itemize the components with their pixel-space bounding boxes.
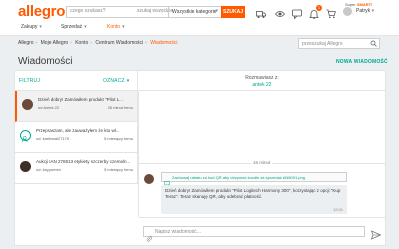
eye-icon[interactable] — [274, 6, 286, 17]
message-input[interactable]: Napisz wiadomość... — [143, 226, 365, 242]
chat-icon[interactable] — [292, 6, 302, 20]
search-button[interactable]: SZUKAJ — [221, 6, 245, 18]
compose-area: Napisz wiadomość... — [139, 217, 385, 246]
user-icon — [20, 130, 31, 143]
breadcrumb: Allegro › Moje Allegro › Konto › Centrum Wi… — [18, 40, 178, 46]
page-title: Wiadomości — [18, 56, 73, 67]
search-input[interactable]: czego szukasz? — [70, 8, 106, 14]
nav-konto[interactable]: Konto ▾ — [107, 24, 125, 30]
attachment[interactable]: Zachowaj rabatu za kod QR aby otrzymać k… — [161, 172, 347, 187]
new-message-button[interactable]: NOWA WIADOMOŚĆ — [336, 59, 388, 65]
image-icon — [164, 174, 170, 187]
truck-icon[interactable] — [256, 6, 266, 18]
thread-subject: Przepraszam, ale zauważyłem że kto wł... — [36, 128, 120, 133]
divider — [138, 91, 139, 217]
top-header: allegro czego szukasz? szukaj wszędzie W… — [0, 0, 399, 36]
cart-icon[interactable] — [326, 6, 336, 19]
filter-button[interactable]: FILTRUJ — [19, 78, 40, 84]
messages-panel: FILTRUJ OZNACZ ▾ Rozmawiasz z: antek 22 D… — [14, 70, 386, 246]
thread-time: 5 miesięcy temu — [104, 167, 133, 172]
mark-button[interactable]: OZNACZ ▾ — [103, 78, 129, 84]
conversation-header: Rozmawiasz z: antek 22 — [139, 71, 385, 91]
avatar[interactable] — [343, 7, 352, 16]
thread-subject: Aukcji IAN 276913 etykiety szczerby czem… — [36, 159, 131, 164]
breadcrumb-item[interactable]: Konto — [75, 40, 88, 46]
message-placeholder: Napisz wiadomość... — [155, 229, 201, 235]
category-select[interactable]: Wszystkie kategorie ▾ — [168, 7, 220, 17]
nav-sprzedaz[interactable]: Sprzedaż ▾ — [61, 24, 87, 30]
thread-subject: Dzień dobry! Zamówiłem produkt "Pilot L.… — [38, 97, 123, 102]
breadcrumb-item[interactable]: Allegro — [18, 40, 34, 46]
thread-time: 5 miesięcy temu — [104, 136, 133, 141]
thread-time: 26 minut temu — [107, 105, 133, 110]
thread-from: od Antek 22 — [38, 105, 60, 110]
breadcrumb-current: Wiadomości — [150, 40, 178, 46]
list-header: FILTRUJ OZNACZ ▾ — [15, 71, 138, 91]
conversation-with-label: Rozmawiasz z: — [245, 75, 279, 81]
message-time: 12:01 — [332, 207, 343, 212]
user-menu[interactable]: Patryk ▾ — [356, 8, 374, 14]
attachment-name[interactable]: Zachowaj rabatu za kod QR aby otrzymać k… — [172, 175, 305, 180]
attachment-icon[interactable] — [146, 229, 153, 242]
message-date: 16 minut — [251, 160, 273, 165]
category-label: Wszystkie kategorie — [172, 9, 217, 15]
search-bar[interactable]: czego szukasz? szukaj wszędzie Wszystkie… — [66, 6, 244, 18]
notification-badge: 1 — [316, 5, 322, 11]
message-bubble: Dzień dobry! Zamówiłem produkt "Pilot Lo… — [161, 185, 347, 214]
send-icon[interactable] — [370, 227, 382, 240]
avatar — [144, 174, 154, 184]
thread-item[interactable]: Dzień dobry! Zamówiłem produkt "Pilot L.… — [15, 91, 138, 122]
allegro-logo[interactable]: allegro — [18, 3, 65, 20]
chevron-down-icon: ▾ — [215, 8, 218, 14]
avatar — [20, 161, 31, 172]
message-search-input[interactable]: przeszukaj Allegro — [298, 38, 380, 49]
thread-from: od: karibaral27170 — [36, 136, 70, 141]
breadcrumb-item[interactable]: Centrum Wiadomości — [95, 40, 143, 46]
search-icon[interactable] — [370, 40, 377, 47]
avatar — [22, 99, 33, 110]
nav-zakupy[interactable]: Zakupy ▾ — [21, 24, 42, 30]
message-text: Dzień dobry! Zamówiłem produkt "Pilot Lo… — [165, 188, 341, 199]
thread-from: od: kayyumen — [36, 167, 61, 172]
smart-label: Super SMART! — [345, 2, 373, 7]
breadcrumb-item[interactable]: Moje Allegro — [41, 40, 69, 46]
conversation-with-name[interactable]: antek 22 — [139, 82, 385, 88]
thread-item[interactable]: Przepraszam, ale zauważyłem że kto wł...… — [15, 122, 138, 153]
thread-item[interactable]: Aukcji IAN 276913 etykiety szczerby czem… — [15, 153, 138, 184]
